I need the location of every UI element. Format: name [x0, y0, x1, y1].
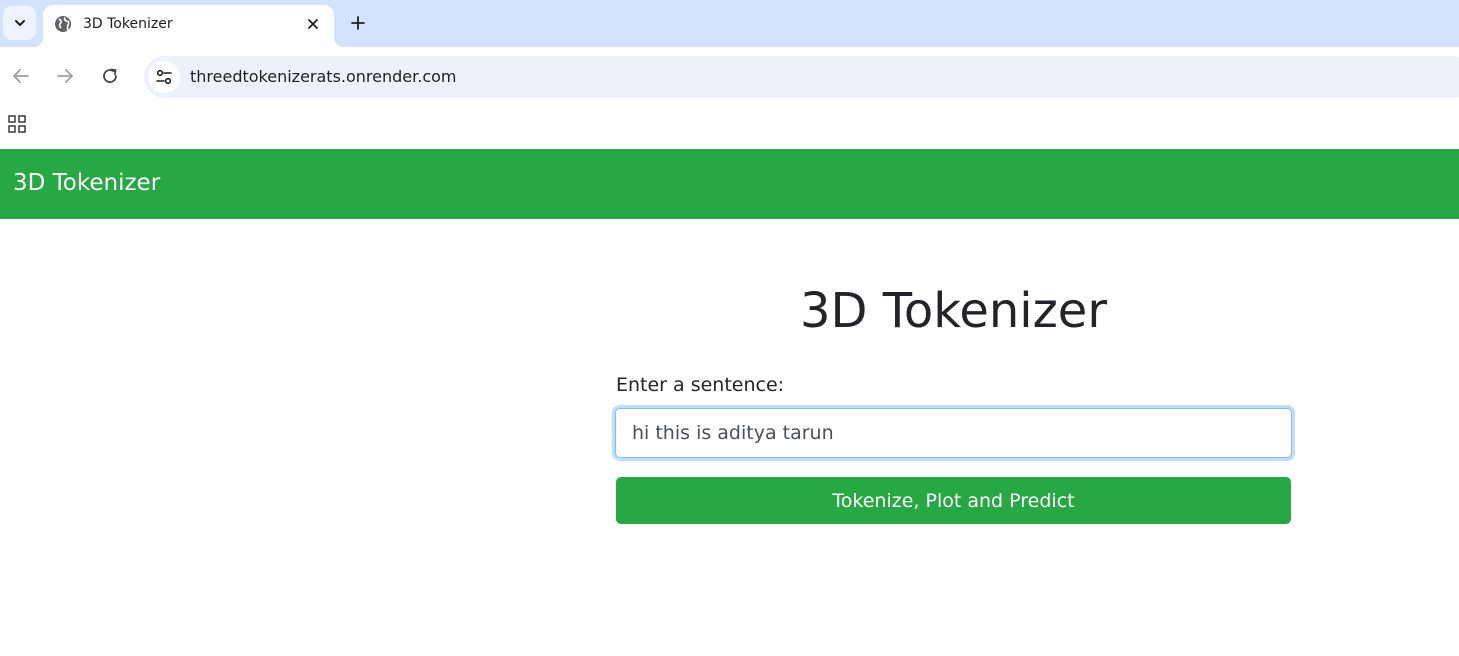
- site-navbar: 3D Tokenizer: [0, 149, 1459, 219]
- arrow-left-icon: [13, 69, 29, 83]
- back-button[interactable]: [9, 64, 33, 88]
- arrow-right-icon: [57, 69, 73, 83]
- tab-close-button[interactable]: [303, 14, 323, 34]
- globe-icon: [55, 16, 71, 32]
- sentence-input[interactable]: [615, 408, 1292, 458]
- page-title: 3D Tokenizer: [799, 283, 1108, 339]
- bookmarks-bar: [0, 105, 1459, 149]
- tab-strip: 3D Tokenizer: [0, 0, 1459, 47]
- apps-grid-icon[interactable]: [7, 114, 27, 134]
- browser-toolbar: threedtokenizerats.onrender.com: [0, 47, 1459, 105]
- plus-icon: [351, 16, 365, 30]
- tab-search-button[interactable]: [3, 6, 36, 40]
- browser-tab[interactable]: 3D Tokenizer: [33, 5, 344, 47]
- close-icon: [308, 19, 318, 29]
- tune-icon: [156, 69, 172, 85]
- chevron-down-icon: [14, 20, 25, 26]
- site-info-button[interactable]: [148, 61, 180, 93]
- tab-title: 3D Tokenizer: [83, 16, 173, 32]
- tokenize-plot-predict-button[interactable]: Tokenize, Plot and Predict: [616, 477, 1291, 524]
- forward-button[interactable]: [53, 64, 77, 88]
- sentence-label: Enter a sentence:: [616, 374, 785, 396]
- address-bar[interactable]: threedtokenizerats.onrender.com: [144, 56, 1459, 98]
- navbar-brand[interactable]: 3D Tokenizer: [13, 170, 160, 196]
- reload-button[interactable]: [98, 64, 122, 88]
- reload-icon: [103, 68, 117, 83]
- new-tab-button[interactable]: [346, 11, 370, 35]
- url-text: threedtokenizerats.onrender.com: [190, 67, 457, 86]
